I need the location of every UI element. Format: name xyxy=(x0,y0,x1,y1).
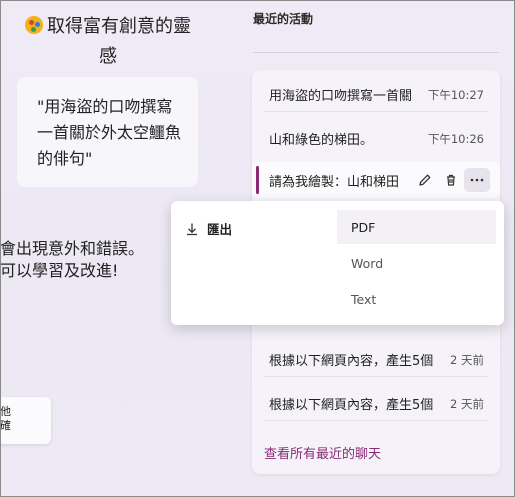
disclaimer-text: 會出現意外和錯誤。 可以學習及改進! xyxy=(0,239,145,280)
recent-item-active[interactable]: 請為我繪製：山和梯田 xyxy=(252,162,500,198)
recent-item-time: 2 天前 xyxy=(450,397,484,411)
active-indicator xyxy=(256,166,259,194)
download-icon xyxy=(187,223,197,235)
recent-activity-heading: 最近的活動 xyxy=(253,12,314,26)
recent-item[interactable]: 根據以下網頁內容，產生5個 2 天前 xyxy=(252,385,500,421)
suggestion-card[interactable]: "用海盜的口吻撰寫一首關於外太空鱷魚的俳句" xyxy=(17,77,198,187)
recent-item-label: 用海盜的口吻撰寫一首關 xyxy=(269,89,413,104)
recent-item-label: 山和綠色的梯田。 xyxy=(269,133,374,148)
row-divider xyxy=(264,111,488,112)
title-text: 取得富有創意的靈感 xyxy=(47,16,191,67)
palette-icon xyxy=(25,16,43,34)
export-label: 匯出 xyxy=(207,222,233,237)
export-option-text[interactable]: Text xyxy=(337,282,496,316)
divider xyxy=(253,52,499,53)
recent-item-label: 根據以下網頁內容，產生5個 xyxy=(269,398,434,413)
row-divider xyxy=(264,376,488,377)
recent-item[interactable]: 用海盜的口吻撰寫一首關 下午10:27 xyxy=(252,76,500,112)
small-suggestion-card[interactable]: 他 確 xyxy=(0,397,51,444)
recent-item[interactable]: 山和綠色的梯田。 下午10:26 xyxy=(252,120,500,156)
more-icon[interactable] xyxy=(464,168,490,192)
recent-item-label: 根據以下網頁內容，產生5個 xyxy=(269,354,434,369)
trash-icon[interactable] xyxy=(440,169,462,191)
page-title: 取得富有創意的靈感 xyxy=(18,12,198,72)
export-menu-item[interactable]: 匯出 xyxy=(185,219,232,238)
recent-item[interactable]: 根據以下網頁內容，產生5個 2 天前 xyxy=(252,341,500,377)
recent-item-time: 下午10:27 xyxy=(427,88,484,102)
export-option-word[interactable]: Word xyxy=(337,246,496,280)
pencil-icon[interactable] xyxy=(414,169,436,191)
see-all-chats-link[interactable]: 查看所有最近的聊天 xyxy=(264,443,381,462)
row-divider xyxy=(264,420,488,421)
recent-item-time: 下午10:26 xyxy=(427,132,484,146)
recent-item-label: 請為我繪製：山和梯田 xyxy=(269,175,400,190)
recent-item-time: 2 天前 xyxy=(450,353,484,367)
suggestion-text: "用海盜的口吻撰寫一首關於外太空鱷魚的俳句" xyxy=(37,97,182,168)
export-menu: 匯出 PDF Word Text xyxy=(171,201,504,325)
export-option-pdf[interactable]: PDF xyxy=(337,210,496,244)
